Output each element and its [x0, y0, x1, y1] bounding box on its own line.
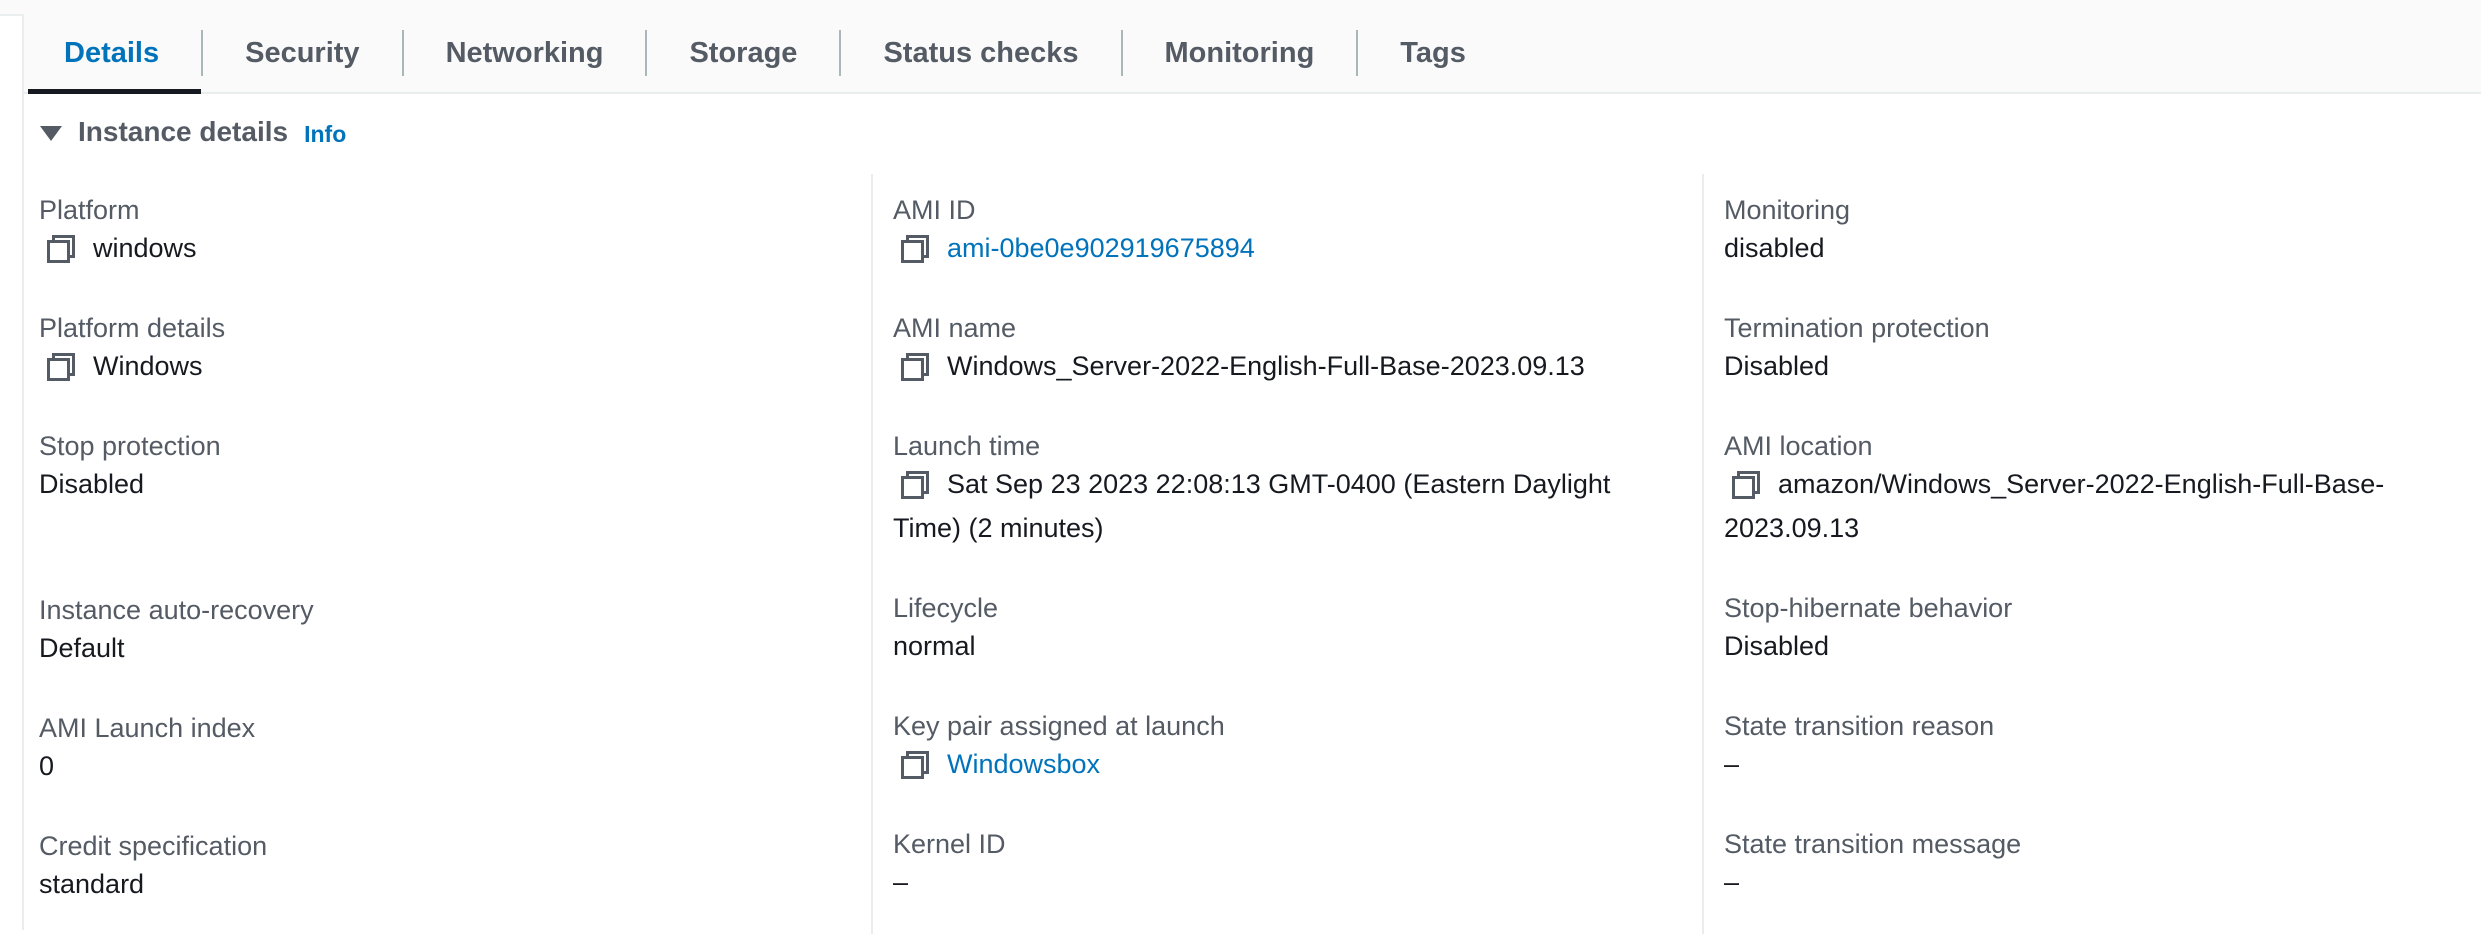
- copy-icon[interactable]: [901, 751, 929, 779]
- copy-icon[interactable]: [901, 471, 929, 499]
- platform-value: windows: [93, 233, 197, 263]
- copy-icon[interactable]: [901, 235, 929, 263]
- field-label: Termination protection: [1724, 313, 1990, 343]
- field-label: Platform: [39, 195, 140, 225]
- details-column-2: AMI ID ami-0be0e902919675894 AMI name Wi…: [871, 174, 1713, 934]
- copy-icon[interactable]: [47, 353, 75, 381]
- ami-location-value-line1: amazon/Windows_Server-2022-English-Full-…: [1778, 469, 2385, 499]
- tab-status-checks[interactable]: Status checks: [841, 14, 1120, 92]
- copy-icon[interactable]: [901, 353, 929, 381]
- field-instance-auto-recovery: Instance auto-recovery Default: [39, 594, 859, 670]
- field-ami-launch-index: AMI Launch index 0: [39, 712, 859, 788]
- field-value: Sat Sep 23 2023 22:08:13 GMT-0400 (Easte…: [893, 462, 1713, 506]
- credit-specification-value: standard: [39, 869, 145, 899]
- state-transition-reason-value: –: [1724, 749, 1740, 779]
- field-key-pair: Key pair assigned at launch Windowsbox: [893, 710, 1713, 786]
- field-kernel-id: Kernel ID –: [893, 828, 1713, 904]
- platform-details-value: Windows: [93, 351, 203, 381]
- field-label: Platform details: [39, 313, 226, 343]
- caret-down-icon[interactable]: [40, 125, 62, 141]
- field-stop-protection: Stop protection Disabled: [39, 430, 859, 506]
- field-monitoring: Monitoring disabled: [1724, 194, 2481, 270]
- field-launch-time: Launch time Sat Sep 23 2023 22:08:13 GMT…: [893, 430, 1713, 550]
- copy-icon[interactable]: [1732, 471, 1760, 499]
- field-label: Kernel ID: [893, 829, 1006, 859]
- field-label: Stop protection: [39, 431, 221, 461]
- instance-auto-recovery-value: Default: [39, 633, 125, 663]
- field-lifecycle: Lifecycle normal: [893, 592, 1713, 668]
- section-title: Instance details: [78, 116, 289, 147]
- field-value: Windows_Server-2022-English-Full-Base-20…: [893, 344, 1713, 388]
- tab-networking[interactable]: Networking: [404, 14, 646, 92]
- stop-protection-value: Disabled: [39, 469, 145, 499]
- details-column-1: Platform windows Platform details Window…: [39, 194, 859, 906]
- tab-details[interactable]: Details: [24, 14, 202, 94]
- field-label: Monitoring: [1724, 195, 1851, 225]
- field-value: windows: [39, 226, 859, 270]
- field-label: AMI location: [1724, 431, 1873, 461]
- monitoring-value: disabled: [1724, 233, 1825, 263]
- field-label: Key pair assigned at launch: [893, 711, 1225, 741]
- ami-id-link[interactable]: ami-0be0e902919675894: [947, 226, 1255, 270]
- field-value: ami-0be0e902919675894: [893, 226, 1713, 270]
- ami-launch-index-value: 0: [39, 751, 55, 781]
- field-state-transition-message: State transition message –: [1724, 828, 2481, 904]
- field-platform: Platform windows: [39, 194, 859, 270]
- field-termination-protection: Termination protection Disabled: [1724, 312, 2481, 388]
- field-label: Launch time: [893, 431, 1041, 461]
- field-label: Instance auto-recovery: [39, 595, 314, 625]
- ami-name-value: Windows_Server-2022-English-Full-Base-20…: [947, 351, 1585, 381]
- field-value: Windows: [39, 344, 859, 388]
- field-label: State transition message: [1724, 829, 2022, 859]
- termination-protection-value: Disabled: [1724, 351, 1830, 381]
- field-label: AMI name: [893, 313, 1017, 343]
- tab-security[interactable]: Security: [203, 14, 401, 92]
- field-label: Credit specification: [39, 831, 268, 861]
- lifecycle-value: normal: [893, 631, 976, 661]
- state-transition-message-value: –: [1724, 867, 1740, 897]
- field-label: AMI ID: [893, 195, 976, 225]
- field-platform-details: Platform details Windows: [39, 312, 859, 388]
- field-label: Stop-hibernate behavior: [1724, 593, 2013, 623]
- tab-storage[interactable]: Storage: [647, 14, 839, 92]
- field-state-transition-reason: State transition reason –: [1724, 710, 2481, 786]
- field-ami-location: AMI location amazon/Windows_Server-2022-…: [1724, 430, 2481, 550]
- key-pair-link[interactable]: Windowsbox: [947, 742, 1100, 786]
- tab-tags[interactable]: Tags: [1358, 14, 1508, 92]
- info-link[interactable]: Info: [304, 121, 346, 148]
- field-value: Windowsbox: [893, 742, 1713, 786]
- field-label: Lifecycle: [893, 593, 999, 623]
- field-label: State transition reason: [1724, 711, 1995, 741]
- tab-monitoring[interactable]: Monitoring: [1123, 14, 1357, 92]
- launch-time-value-line2: Time) (2 minutes): [893, 513, 1104, 543]
- stop-hibernate-value: Disabled: [1724, 631, 1830, 661]
- details-column-3: Monitoring disabled Termination protecti…: [1702, 174, 2481, 934]
- field-value: amazon/Windows_Server-2022-English-Full-…: [1724, 462, 2481, 506]
- field-label: AMI Launch index: [39, 713, 256, 743]
- field-stop-hibernate-behavior: Stop-hibernate behavior Disabled: [1724, 592, 2481, 668]
- launch-time-value-line1: Sat Sep 23 2023 22:08:13 GMT-0400 (Easte…: [947, 469, 1611, 499]
- section-header[interactable]: Instance details Info: [40, 112, 346, 152]
- copy-icon[interactable]: [47, 235, 75, 263]
- field-credit-specification: Credit specification standard: [39, 830, 859, 906]
- field-ami-name: AMI name Windows_Server-2022-English-Ful…: [893, 312, 1713, 388]
- field-ami-id: AMI ID ami-0be0e902919675894: [893, 194, 1713, 270]
- ami-location-value-line2: 2023.09.13: [1724, 513, 1860, 543]
- kernel-id-value: –: [893, 867, 909, 897]
- tab-bar: Details Security Networking Storage Stat…: [24, 14, 2481, 94]
